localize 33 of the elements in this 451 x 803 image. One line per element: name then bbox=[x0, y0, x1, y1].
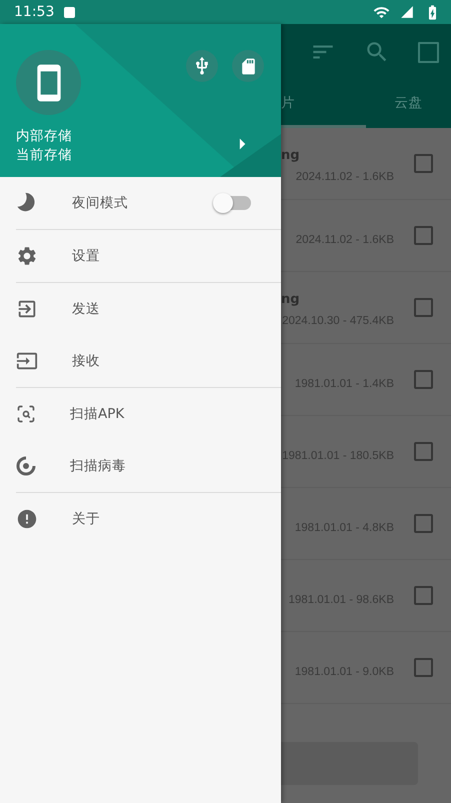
checkbox[interactable] bbox=[414, 658, 433, 677]
exit-arrow-icon bbox=[16, 298, 38, 320]
menu-item[interactable]: 扫描APK bbox=[70, 405, 124, 423]
menu-item[interactable]: 扫描病毒 bbox=[70, 457, 126, 475]
alert-icon bbox=[16, 508, 38, 530]
status-time: 11:53 bbox=[14, 4, 54, 20]
checkbox[interactable] bbox=[414, 154, 433, 173]
menu-item[interactable]: 关于 bbox=[72, 510, 100, 528]
checkbox[interactable] bbox=[414, 586, 433, 605]
checkbox[interactable] bbox=[414, 370, 433, 389]
storage-name: 内部存储 bbox=[16, 127, 72, 146]
menu-item[interactable]: 接收 bbox=[72, 352, 100, 370]
action-bar[interactable] bbox=[281, 742, 418, 785]
menu-item[interactable]: 设置 bbox=[72, 247, 100, 265]
file-name: ng bbox=[281, 148, 300, 163]
menu-item[interactable]: 发送 bbox=[72, 300, 100, 318]
scan-search-icon bbox=[16, 404, 36, 424]
settings-icon bbox=[16, 245, 38, 267]
checkbox[interactable] bbox=[414, 514, 433, 533]
storage-status: 当前存储 bbox=[16, 146, 72, 165]
enter-arrow-icon bbox=[16, 350, 38, 372]
select-all-icon[interactable] bbox=[418, 42, 439, 62]
tab[interactable]: 云盘 bbox=[366, 80, 451, 128]
tab[interactable]: 片 bbox=[281, 80, 366, 128]
night-mode-switch[interactable] bbox=[215, 196, 251, 210]
checkbox[interactable] bbox=[414, 298, 433, 317]
checkbox[interactable] bbox=[414, 226, 433, 245]
file-name: ng bbox=[281, 292, 300, 307]
menu-item[interactable]: 夜间模式 bbox=[72, 194, 128, 212]
ring-icon bbox=[16, 456, 36, 476]
notification-icon bbox=[64, 6, 76, 18]
checkbox[interactable] bbox=[414, 442, 433, 461]
signal-icon bbox=[400, 5, 414, 19]
